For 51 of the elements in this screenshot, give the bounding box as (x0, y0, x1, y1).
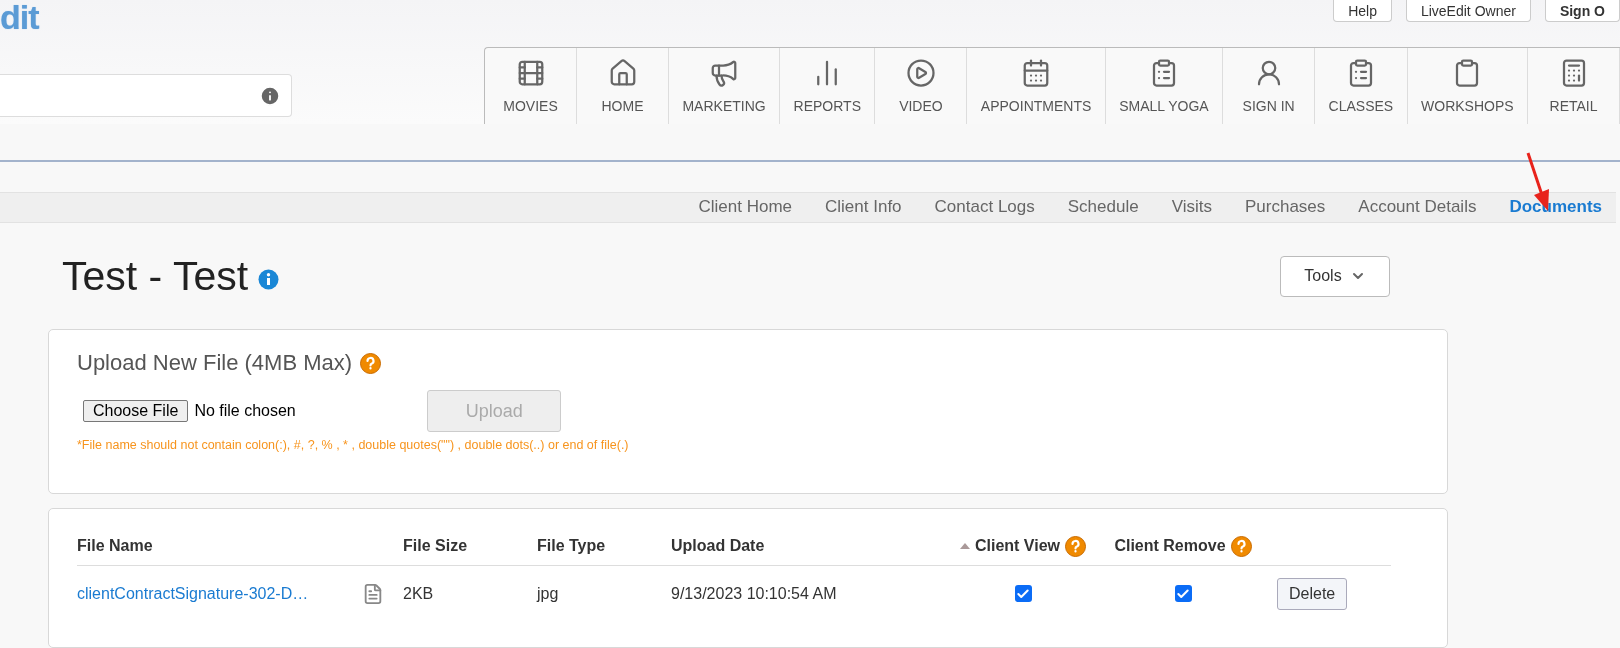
header-button[interactable]: Help (1333, 0, 1392, 22)
nav-tab[interactable]: SMALL YOGA (1105, 48, 1224, 124)
sub-nav-link[interactable]: Documents (1509, 197, 1602, 218)
search-field[interactable] (0, 74, 292, 117)
sub-nav-link[interactable]: Purchases (1244, 197, 1326, 218)
help-icon (1230, 535, 1252, 557)
sub-nav-link[interactable]: Schedule (1067, 197, 1139, 218)
nav-tab[interactable]: MOVIES (485, 48, 577, 124)
column-header: File Type (537, 537, 607, 555)
column-header[interactable]: Client View (974, 537, 1061, 555)
help-icon (1065, 535, 1087, 557)
file-name-note: *File name should not contain colon(:), #, ?, % , * , double quotes("") , double dots(..) or end of file(.) (77, 438, 630, 452)
nav-tab[interactable]: MARKETING (669, 48, 781, 124)
page-title: Test - Test (62, 252, 249, 300)
column-header: File Size (403, 537, 469, 555)
sub-nav-link[interactable]: Client Info (825, 197, 902, 218)
table-cell-text: 2KB (403, 584, 435, 603)
nav-tab[interactable]: HOME (577, 48, 669, 124)
logo: dit (0, 0, 39, 36)
document-icon (362, 582, 384, 605)
nav-tab[interactable]: SIGN IN (1223, 48, 1316, 124)
nav-tab[interactable]: WORKSHOPS (1407, 48, 1529, 124)
info-icon (258, 268, 280, 290)
file-link[interactable]: clientContractSignature-302-D… (77, 584, 362, 603)
table-cell-text: jpg (537, 584, 560, 603)
sort-icon (959, 543, 970, 549)
file-status: No file chosen (194, 402, 297, 420)
nav-tab[interactable]: RETAIL (1528, 48, 1620, 124)
nav-tab[interactable]: APPOINTMENTS (967, 48, 1106, 124)
checkbox[interactable] (1174, 585, 1192, 602)
sub-nav-link[interactable]: Contact Logs (934, 197, 1035, 218)
section-title: Upload New File (4MB Max) (77, 350, 353, 376)
tools-button[interactable]: Tools (1280, 255, 1390, 297)
header-button[interactable]: LiveEdit Owner (1405, 0, 1531, 22)
table-cell-text: 9/13/2023 10:10:54 AM (671, 584, 838, 603)
column-header[interactable]: Client Remove (1114, 537, 1226, 555)
nav-tab[interactable]: VIDEO (875, 48, 968, 124)
play-icon (905, 58, 936, 88)
header-button[interactable]: Sign O (1544, 0, 1620, 22)
column-header: Upload Date (671, 537, 766, 555)
sub-nav-link[interactable]: Visits (1171, 197, 1212, 218)
sub-nav-link[interactable]: Account Details (1358, 197, 1477, 218)
nav-tab[interactable]: CLASSES (1315, 48, 1408, 124)
column-header: File Name (77, 537, 154, 555)
choose-file-button[interactable]: Choose File (83, 400, 189, 422)
checkbox[interactable] (1014, 585, 1032, 602)
nav-tab[interactable]: REPORTS (780, 48, 876, 124)
help-icon (360, 352, 382, 374)
info-icon[interactable] (259, 84, 281, 107)
sub-nav-link[interactable]: Client Home (698, 197, 793, 218)
delete-button[interactable]: Delete (1277, 577, 1348, 610)
